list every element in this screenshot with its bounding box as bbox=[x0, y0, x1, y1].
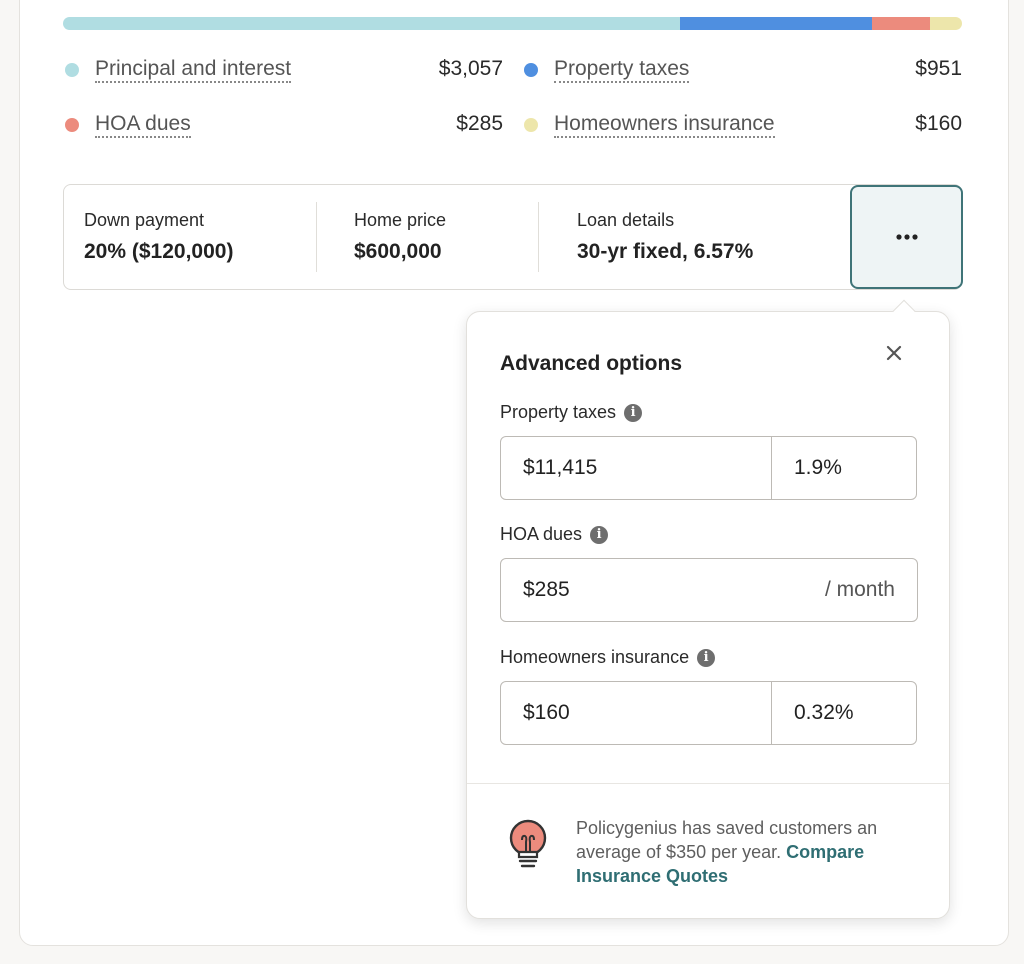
loan-details-section[interactable]: Loan details 30-yr fixed, 6.57% bbox=[539, 185, 849, 289]
homeowners-insurance-amount-input[interactable] bbox=[501, 682, 771, 744]
more-horizontal-icon bbox=[895, 234, 918, 240]
insurance-promo: Policygenius has saved customers an aver… bbox=[576, 816, 921, 888]
legend-value-insurance: $160 bbox=[915, 112, 962, 135]
info-icon[interactable]: i bbox=[697, 648, 716, 667]
bar-segment-principal bbox=[63, 17, 681, 30]
property-taxes-input-group bbox=[500, 436, 917, 500]
info-icon[interactable]: i bbox=[590, 525, 609, 544]
advanced-options-popover: Advanced options Property taxes i HOA du… bbox=[466, 299, 950, 919]
info-icon[interactable]: i bbox=[624, 403, 643, 422]
legend-item-principal: Principal and interest $3,057 bbox=[63, 55, 503, 85]
homeowners-insurance-input-group bbox=[500, 681, 917, 745]
legend-dot bbox=[65, 118, 79, 132]
close-button[interactable] bbox=[881, 340, 907, 366]
popover-title: Advanced options bbox=[500, 352, 683, 375]
homeowners-insurance-label: Homeowners insurance i bbox=[500, 647, 716, 668]
payment-breakdown-bar bbox=[63, 17, 962, 30]
property-taxes-label: Property taxes i bbox=[500, 402, 643, 423]
home-price-section[interactable]: Home price $600,000 bbox=[317, 185, 539, 289]
popover-divider bbox=[467, 783, 949, 784]
legend-value-hoa: $285 bbox=[456, 112, 503, 135]
hoa-dues-label-text: HOA dues bbox=[500, 524, 583, 544]
property-taxes-amount-input[interactable] bbox=[501, 437, 771, 499]
legend-label-insurance[interactable]: Homeowners insurance bbox=[554, 112, 775, 138]
homeowners-insurance-label-text: Homeowners insurance bbox=[500, 647, 690, 667]
bar-segment-property-taxes bbox=[680, 17, 873, 30]
legend-dot bbox=[524, 118, 538, 132]
legend-value-property-taxes: $951 bbox=[915, 57, 962, 80]
legend-item-hoa: HOA dues $285 bbox=[63, 110, 503, 140]
close-icon bbox=[886, 345, 902, 361]
hoa-dues-amount-input[interactable] bbox=[501, 559, 825, 621]
down-payment-section[interactable]: Down payment 20% ($120,000) bbox=[64, 185, 317, 289]
legend-dot bbox=[524, 63, 538, 77]
legend-row: HOA dues $285 Homeowners insurance $160 bbox=[63, 110, 962, 140]
bar-segment-insurance bbox=[929, 17, 962, 30]
loan-details-label: Loan details bbox=[577, 210, 675, 230]
loan-summary: Down payment 20% ($120,000) Home price $… bbox=[63, 184, 962, 290]
legend-item-property-taxes: Property taxes $951 bbox=[522, 55, 962, 85]
hoa-dues-suffix: / month bbox=[824, 578, 895, 601]
legend-value-principal: $3,057 bbox=[438, 57, 503, 80]
hoa-dues-label: HOA dues i bbox=[500, 524, 609, 545]
legend-label-property-taxes[interactable]: Property taxes bbox=[554, 57, 690, 83]
down-payment-label: Down payment bbox=[84, 210, 205, 230]
lightbulb-icon bbox=[509, 819, 547, 868]
property-taxes-percent-input[interactable] bbox=[771, 437, 916, 499]
hoa-dues-input-group: / month bbox=[500, 558, 918, 622]
legend-row: Principal and interest $3,057 Property t… bbox=[63, 55, 962, 85]
loan-details-value: 30-yr fixed, 6.57% bbox=[577, 240, 754, 263]
legend-label-principal[interactable]: Principal and interest bbox=[95, 57, 292, 83]
legend-label-hoa[interactable]: HOA dues bbox=[95, 112, 191, 138]
home-price-value: $600,000 bbox=[354, 240, 442, 263]
bar-segment-hoa bbox=[872, 17, 930, 30]
legend-item-insurance: Homeowners insurance $160 bbox=[522, 110, 962, 140]
property-taxes-label-text: Property taxes bbox=[500, 402, 617, 422]
more-options-button[interactable] bbox=[850, 185, 963, 289]
home-price-label: Home price bbox=[354, 210, 447, 230]
homeowners-insurance-percent-input[interactable] bbox=[771, 682, 916, 744]
down-payment-value: 20% ($120,000) bbox=[84, 240, 234, 263]
legend-dot bbox=[65, 63, 79, 77]
